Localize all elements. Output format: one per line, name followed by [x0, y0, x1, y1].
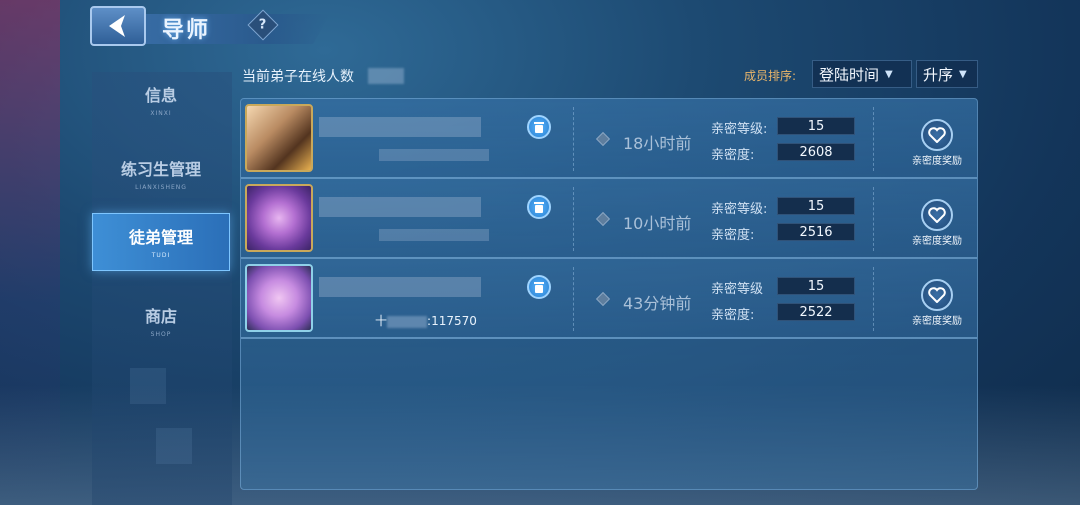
sort-label: 成员排序:: [744, 69, 797, 83]
last-login-time: 18小时前: [623, 134, 692, 153]
online-count-label: 当前弟子在线人数: [242, 69, 354, 85]
sidebar-item-sublabel: SHOP: [150, 331, 172, 338]
trash-icon: [534, 121, 544, 133]
sidebar-item-sublabel: LIANXISHENG: [135, 184, 187, 191]
online-status-icon: [595, 291, 611, 307]
sidebar-item-info[interactable]: 信息 XINXI: [92, 72, 230, 130]
online-count-redacted: [368, 68, 404, 84]
name-redacted: [319, 277, 481, 297]
back-arrow-icon: [109, 15, 125, 37]
online-status-icon: [595, 131, 611, 147]
sidebar-item-trainees[interactable]: 练习生管理 LIANXISHENG: [92, 146, 230, 204]
intimacy-level-value: 15: [777, 117, 855, 135]
reward-label: 亲密度奖励: [912, 236, 962, 247]
sidebar-item-label: 信息: [144, 86, 177, 105]
back-button[interactable]: [90, 6, 146, 46]
reward-label: 亲密度奖励: [912, 156, 962, 167]
divider: [873, 107, 874, 171]
sidebar-item-apprentices[interactable]: 徒弟管理 TUDI: [92, 213, 230, 271]
last-login-time: 43分钟前: [623, 294, 692, 313]
sidebar: 信息 XINXI 练习生管理 LIANXISHENG 徒弟管理 TUDI 商店 …: [92, 72, 232, 505]
sidebar-item-label: 练习生管理: [120, 160, 201, 179]
score-text: 十:117570: [375, 314, 477, 328]
sidebar-item-shop[interactable]: 商店 SHOP: [92, 293, 230, 351]
sidebar-item-sublabel: TUDI: [151, 252, 171, 259]
chevron-down-icon: ▼: [959, 68, 967, 80]
reward-label: 亲密度奖励: [912, 316, 962, 327]
online-status-icon: [595, 211, 611, 227]
avatar[interactable]: [245, 264, 313, 332]
intimacy-reward-button[interactable]: 亲密度奖励: [897, 279, 977, 327]
page-title: 导师: [162, 18, 211, 43]
sidebar-item-label: 商店: [144, 307, 177, 326]
intimacy-level-value: 15: [777, 197, 855, 215]
heart-icon: [921, 119, 953, 151]
sort-field-dropdown[interactable]: 登陆时间 ▼: [812, 60, 912, 88]
intimacy-value: 2522: [777, 303, 855, 321]
divider: [573, 267, 574, 331]
chevron-down-icon: ▼: [885, 68, 893, 80]
sidebar-decoration: [156, 428, 192, 464]
sidebar-item-label: 徒弟管理: [128, 228, 193, 247]
score-label-redacted: [387, 315, 428, 328]
sort-field-value: 登陆时间: [819, 65, 880, 84]
delete-button[interactable]: [527, 275, 551, 299]
list-item: 10小时前 亲密等级: 15 亲密度: 2516 亲密度奖励: [241, 179, 977, 259]
last-login-time: 10小时前: [623, 214, 692, 233]
divider: [873, 187, 874, 251]
heart-icon: [921, 279, 953, 311]
sort-order-dropdown[interactable]: 升序 ▼: [916, 60, 978, 88]
score-prefix: 十: [375, 314, 388, 328]
name-redacted: [319, 117, 481, 137]
trash-icon: [534, 281, 544, 293]
intimacy-level-value: 15: [777, 277, 855, 295]
name-redacted: [319, 197, 481, 217]
intimacy-level-label: 亲密等级: [711, 282, 764, 297]
score-redacted: [379, 149, 489, 161]
list-item: 十:117570 43分钟前 亲密等级 15 亲密度: 2522 亲密度奖励: [241, 259, 977, 339]
header: 导师 ?: [90, 6, 330, 46]
divider: [573, 107, 574, 171]
divider: [573, 187, 574, 251]
intimacy-reward-button[interactable]: 亲密度奖励: [897, 119, 977, 167]
intimacy-level-label: 亲密等级:: [711, 202, 768, 217]
intimacy-value: 2516: [777, 223, 855, 241]
sort-order-value: 升序: [923, 65, 954, 84]
avatar[interactable]: [245, 184, 313, 252]
intimacy-label: 亲密度:: [711, 228, 755, 243]
intimacy-reward-button[interactable]: 亲密度奖励: [897, 199, 977, 247]
intimacy-value: 2608: [777, 143, 855, 161]
intimacy-level-label: 亲密等级:: [711, 122, 768, 137]
delete-button[interactable]: [527, 195, 551, 219]
intimacy-label: 亲密度:: [711, 308, 755, 323]
header-bar: [120, 14, 330, 44]
delete-button[interactable]: [527, 115, 551, 139]
help-icon: ?: [259, 17, 267, 33]
trash-icon: [534, 201, 544, 213]
intimacy-label: 亲密度:: [711, 148, 755, 163]
heart-icon: [921, 199, 953, 231]
sidebar-item-sublabel: XINXI: [150, 110, 172, 117]
score-redacted: [379, 229, 489, 241]
divider: [873, 267, 874, 331]
list-item: 18小时前 亲密等级: 15 亲密度: 2608 亲密度奖励: [241, 99, 977, 179]
sidebar-decoration: [130, 368, 166, 404]
score-value: 117570: [431, 314, 477, 328]
avatar[interactable]: [245, 104, 313, 172]
